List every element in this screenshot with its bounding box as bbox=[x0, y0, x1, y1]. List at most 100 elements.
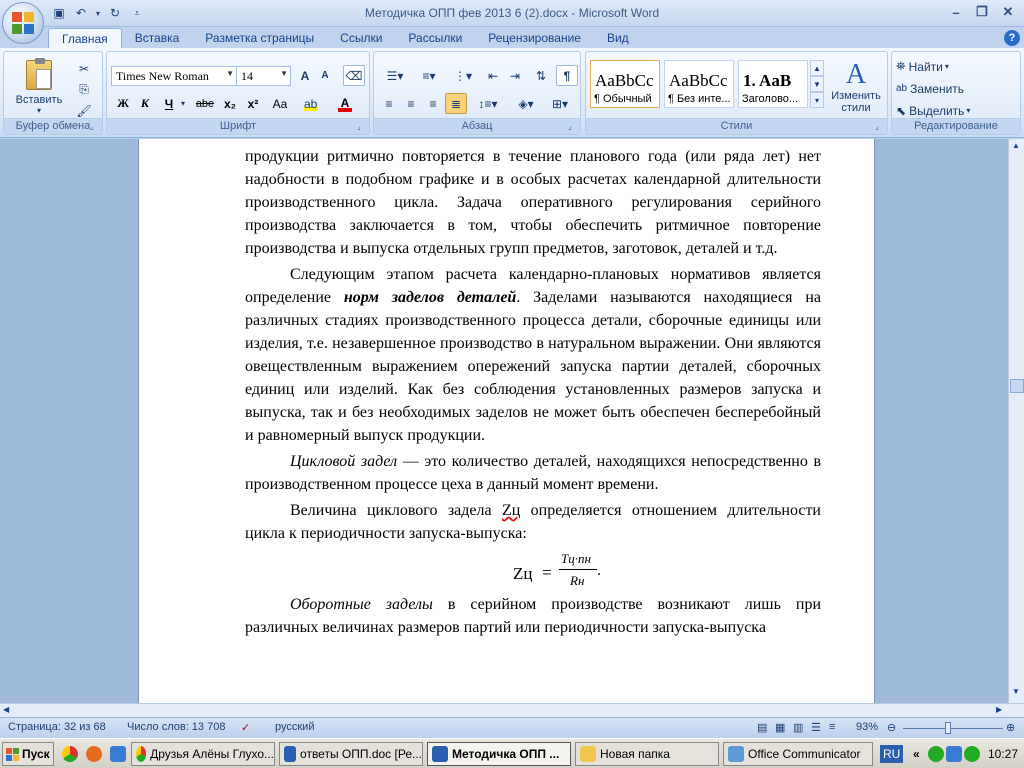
justify-icon[interactable]: ≣ bbox=[445, 93, 467, 114]
firefox-quicklaunch-icon[interactable] bbox=[86, 742, 102, 766]
underline-dropdown-icon[interactable]: ▾ bbox=[178, 93, 188, 114]
language-indicator[interactable]: RU bbox=[880, 745, 904, 763]
increase-indent-icon[interactable]: ⇥ bbox=[504, 65, 526, 86]
find-button[interactable]: ⛯ Найти ▾ bbox=[896, 56, 1016, 77]
copy-icon[interactable]: ⎘ bbox=[74, 79, 94, 100]
ie-quicklaunch-icon[interactable] bbox=[110, 742, 126, 766]
tab-home[interactable]: Главная bbox=[48, 28, 122, 49]
font-size-combo[interactable]: 14 ▼ bbox=[236, 66, 291, 86]
chevron-down-icon: ▾ bbox=[966, 106, 971, 115]
paste-button[interactable]: Вставить ▾ bbox=[10, 56, 68, 118]
chrome-quicklaunch-icon[interactable] bbox=[62, 742, 78, 766]
clock[interactable]: 10:27 bbox=[988, 742, 1018, 766]
decrease-indent-icon[interactable]: ⇤ bbox=[482, 65, 504, 86]
task-word-methodichka[interactable]: Методичка ОПП ... bbox=[427, 742, 571, 766]
italic-button[interactable]: К bbox=[134, 93, 156, 114]
tab-insert[interactable]: Вставка bbox=[122, 28, 193, 49]
zoom-slider[interactable] bbox=[903, 728, 1003, 729]
font-color-icon[interactable]: A bbox=[333, 93, 357, 114]
vertical-scrollbar[interactable]: ▲ ▼ bbox=[1008, 139, 1024, 703]
tab-review[interactable]: Рецензирование bbox=[475, 28, 594, 49]
zoom-in-icon[interactable]: ⊕ bbox=[1006, 721, 1015, 734]
replace-button[interactable]: ab Заменить bbox=[896, 78, 1016, 99]
bullets-icon[interactable]: ☰▾ bbox=[378, 65, 412, 86]
clear-formatting-icon[interactable]: ⌫ bbox=[343, 65, 365, 86]
style-name: ¶ Обычный bbox=[594, 93, 652, 105]
tray-expand-icon[interactable]: « bbox=[913, 742, 920, 766]
style-normal[interactable]: AaBbCc ¶ Обычный bbox=[590, 60, 660, 108]
document-workspace[interactable]: продукции ритмично повторяется в течение… bbox=[0, 139, 1008, 703]
font-name-combo[interactable]: Times New Roman ▼ bbox=[111, 66, 237, 86]
zoom-out-icon[interactable]: ⊖ bbox=[887, 721, 896, 734]
align-right-icon[interactable]: ≡ bbox=[422, 93, 444, 114]
task-new-folder[interactable]: Новая папка bbox=[575, 742, 719, 766]
tab-references[interactable]: Ссылки bbox=[327, 28, 395, 49]
style-no-spacing[interactable]: AaBbCc ¶ Без инте... bbox=[664, 60, 734, 108]
change-case-button[interactable]: Aa bbox=[267, 93, 293, 114]
grow-font-button[interactable]: A bbox=[295, 65, 315, 86]
scroll-up-icon[interactable]: ▲ bbox=[1012, 141, 1020, 150]
subscript-button[interactable]: x₂ bbox=[219, 93, 241, 114]
restore-button[interactable]: ❐ bbox=[970, 3, 994, 21]
tray-status-icon[interactable] bbox=[964, 742, 980, 766]
scroll-left-icon[interactable]: ◀ bbox=[3, 705, 9, 714]
scroll-right-icon[interactable]: ▶ bbox=[996, 705, 1002, 714]
horizontal-scrollbar[interactable]: ◀ ▶ bbox=[0, 703, 1024, 717]
dialog-launcher-icon[interactable]: ⌟ bbox=[357, 122, 367, 132]
minimize-button[interactable]: – bbox=[944, 3, 968, 21]
style-heading-1[interactable]: 1. AaB Заголово... bbox=[738, 60, 808, 108]
numbering-icon[interactable]: ≡▾ bbox=[412, 65, 446, 86]
bold-button[interactable]: Ж bbox=[112, 93, 134, 114]
underline-button[interactable]: Ч bbox=[158, 93, 180, 114]
scroll-thumb[interactable] bbox=[1010, 379, 1024, 393]
tray-app-icon[interactable] bbox=[928, 742, 944, 766]
change-styles-button[interactable]: A Изменить стили bbox=[826, 56, 886, 118]
cut-icon[interactable]: ✂ bbox=[74, 58, 94, 79]
office-button[interactable] bbox=[2, 2, 44, 44]
borders-icon[interactable]: ⊞▾ bbox=[544, 93, 576, 114]
start-button[interactable]: Пуск bbox=[2, 742, 54, 766]
dialog-launcher-icon[interactable]: ⌟ bbox=[90, 122, 100, 132]
view-print-layout-icon[interactable]: ▤ bbox=[757, 721, 767, 734]
view-web-icon[interactable]: ▥ bbox=[793, 721, 803, 734]
task-word-answers[interactable]: ответы ОПП.doc [Ре... bbox=[279, 742, 423, 766]
show-marks-button[interactable]: ¶ bbox=[556, 65, 578, 86]
language[interactable]: русский bbox=[275, 721, 314, 733]
view-draft-icon[interactable]: ≡ bbox=[829, 721, 835, 733]
word-count[interactable]: Число слов: 13 708 bbox=[127, 721, 225, 733]
superscript-button[interactable]: x² bbox=[242, 93, 264, 114]
sort-icon[interactable]: ⇅ bbox=[530, 65, 552, 86]
task-office-communicator[interactable]: Office Communicator bbox=[723, 742, 873, 766]
tab-view[interactable]: Вид bbox=[594, 28, 642, 49]
multilevel-list-icon[interactable]: ⋮▾ bbox=[446, 65, 480, 86]
styles-scroll-down-icon[interactable]: ▼ bbox=[810, 76, 824, 92]
select-label: Выделить bbox=[909, 103, 965, 118]
line-spacing-icon[interactable]: ↕≡▾ bbox=[472, 93, 504, 114]
tab-mailings[interactable]: Рассылки bbox=[395, 28, 475, 49]
shrink-font-button[interactable]: A bbox=[315, 65, 335, 86]
highlight-icon[interactable]: ab bbox=[299, 93, 323, 114]
scroll-down-icon[interactable]: ▼ bbox=[1012, 687, 1020, 696]
chevron-down-icon: ▼ bbox=[280, 69, 288, 78]
dialog-launcher-icon[interactable]: ⌟ bbox=[875, 122, 885, 132]
styles-scroll-up-icon[interactable]: ▲ bbox=[810, 60, 824, 76]
proofing-icon[interactable]: ✓ bbox=[241, 721, 250, 734]
tray-network-icon[interactable] bbox=[946, 742, 962, 766]
tab-page-layout[interactable]: Разметка страницы bbox=[192, 28, 327, 49]
shading-icon[interactable]: ◈▾ bbox=[510, 93, 542, 114]
dialog-launcher-icon[interactable]: ⌟ bbox=[568, 122, 578, 132]
view-full-screen-icon[interactable]: ▦ bbox=[775, 721, 785, 734]
document-text[interactable]: продукции ритмично повторяется в течение… bbox=[245, 139, 821, 639]
close-button[interactable]: ✕ bbox=[996, 3, 1020, 21]
view-outline-icon[interactable]: ☰ bbox=[811, 721, 821, 734]
document-page[interactable]: продукции ритмично повторяется в течение… bbox=[138, 139, 875, 703]
styles-more-icon[interactable]: ▾ bbox=[810, 92, 824, 108]
zoom-level[interactable]: 93% bbox=[856, 721, 878, 733]
zoom-slider-handle[interactable] bbox=[945, 722, 951, 734]
help-icon[interactable]: ? bbox=[1004, 30, 1020, 46]
strikethrough-button[interactable]: abe bbox=[193, 93, 217, 114]
page-counter[interactable]: Страница: 32 из 68 bbox=[8, 721, 106, 733]
task-chrome[interactable]: Друзья Алёны Глухо... bbox=[131, 742, 275, 766]
align-left-icon[interactable]: ≡ bbox=[378, 93, 400, 114]
align-center-icon[interactable]: ≡ bbox=[400, 93, 422, 114]
